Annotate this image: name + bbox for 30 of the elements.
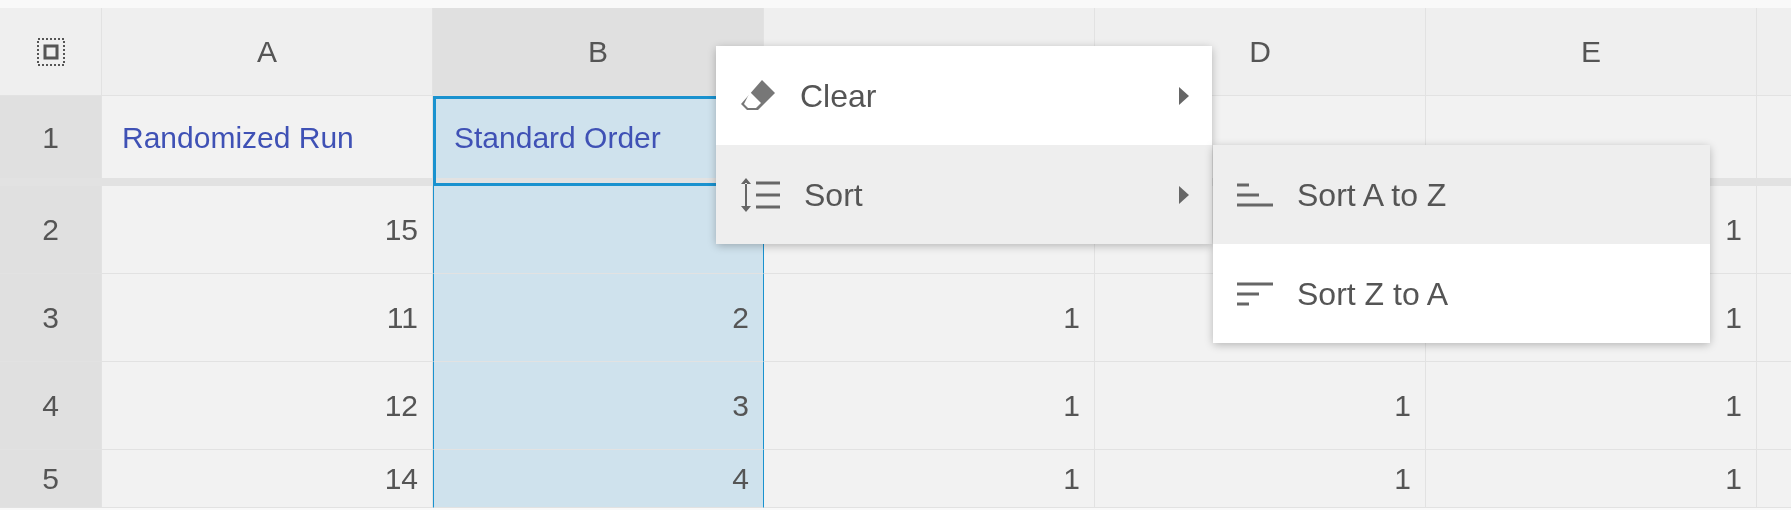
table-cell: 1 <box>764 450 1095 508</box>
table-cell: 1 <box>764 274 1095 362</box>
table-cell: 1 <box>1426 450 1757 508</box>
row-header[interactable]: 1 <box>42 114 59 160</box>
table-cell: 3 <box>433 362 764 450</box>
row-header[interactable]: 5 <box>0 450 102 508</box>
column-header[interactable]: A <box>102 8 433 96</box>
row-header[interactable]: 4 <box>0 362 102 450</box>
row-header[interactable]: 2 <box>0 186 102 274</box>
table-cell: 2 <box>433 274 764 362</box>
select-all-icon[interactable] <box>35 36 66 67</box>
menu-item[interactable]: Clear <box>716 46 1212 145</box>
table-cell: 12 <box>102 362 433 450</box>
column-header[interactable]: E <box>1426 8 1757 96</box>
row-header[interactable]: 3 <box>0 274 102 362</box>
table-cell: 15 <box>102 186 433 274</box>
table-cell: 1 <box>1426 362 1757 450</box>
table-cell: Randomized Run <box>102 96 433 186</box>
table-cell: 1 <box>1095 450 1426 508</box>
menu-item[interactable]: Sort Z to A <box>1213 244 1710 343</box>
caret-icon <box>1178 184 1190 205</box>
column-header[interactable]: B <box>433 8 764 96</box>
table-cell: 14 <box>102 450 433 508</box>
table-cell: 4 <box>433 450 764 508</box>
caret-icon <box>1178 85 1190 106</box>
table-cell: 1 <box>764 362 1095 450</box>
table-cell: 1 <box>1095 362 1426 450</box>
table-cell: 11 <box>102 274 433 362</box>
menu-item[interactable]: Sort <box>716 145 1212 244</box>
menu-item[interactable]: Sort A to Z <box>1213 145 1710 244</box>
